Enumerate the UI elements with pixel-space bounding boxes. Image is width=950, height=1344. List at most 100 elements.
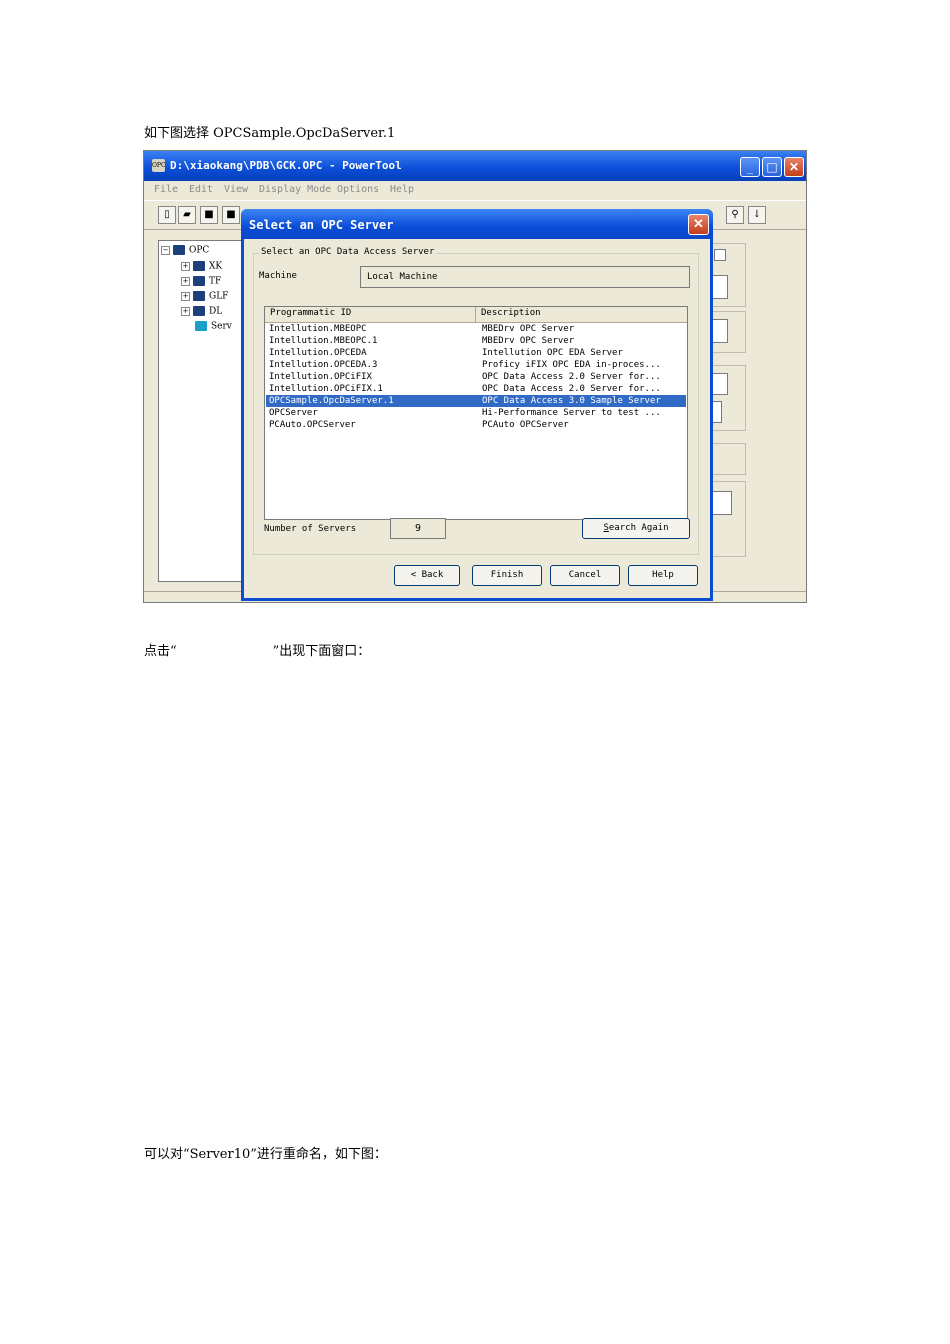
item-desc: MBEDrv OPC Server: [482, 336, 575, 346]
list-item[interactable]: Intellution.OPCiFIX.1 OPC Data Access 2.0…: [266, 383, 686, 395]
item-id: Intellution.MBEOPC.1: [269, 336, 378, 346]
machine-field[interactable]: Local Machine: [360, 266, 690, 288]
item-desc: OPC Data Access 2.0 Server for...: [482, 384, 661, 394]
open-folder-icon[interactable]: ▰: [178, 206, 196, 224]
tree-node[interactable]: + TF: [181, 276, 221, 287]
sort-icon[interactable]: ↓: [748, 206, 766, 224]
search-again-label: earch Again: [608, 523, 669, 533]
bg-panel: [710, 443, 746, 475]
paragraph-intro: 如下图选择 OPCSample.OpcDaServer.1: [144, 126, 396, 141]
dialog-titlebar: Select an OPC Server ✕: [241, 209, 713, 239]
paragraph-rename: 可以对“Server10”进行重命名，如下图：: [144, 1147, 387, 1162]
quote-close-text: ”出现下面窗口：: [272, 644, 371, 659]
item-id: Intellution.OPCEDA.3: [269, 360, 378, 370]
expand-icon[interactable]: +: [181, 306, 190, 316]
tree-node-label: GLF: [209, 291, 229, 302]
server-list[interactable]: Programmatic ID Description Intellution.…: [264, 306, 688, 520]
item-desc: OPC Data Access 3.0 Sample Server: [482, 396, 661, 406]
node-icon: [193, 306, 205, 316]
main-titlebar: OPC D:\xiaokang\PDB\GCK.OPC - PowerTool …: [144, 151, 806, 181]
list-header: Programmatic ID Description: [265, 307, 687, 323]
tree-node[interactable]: + XK: [181, 261, 222, 272]
item-id: Intellution.OPCiFIX: [269, 372, 372, 382]
save-all-icon[interactable]: ■: [222, 206, 240, 224]
embedded-screenshot: OPC D:\xiaokang\PDB\GCK.OPC - PowerTool …: [143, 150, 807, 603]
server-group: Select an OPC Data Access Server Machine…: [253, 247, 699, 555]
item-desc: Intellution OPC EDA Server: [482, 348, 623, 358]
select-opc-server-dialog: Select an OPC Server ✕ Select an OPC Dat…: [241, 209, 713, 601]
tree-root-label: OPC: [189, 245, 210, 256]
help-button[interactable]: Help: [628, 565, 698, 586]
item-id: OPCServer: [269, 408, 318, 418]
node-icon: [193, 291, 205, 301]
number-of-servers-label: Number of Servers: [264, 524, 357, 534]
list-item[interactable]: OPCServer Hi-Performance Server to test .…: [266, 407, 686, 419]
menu-file[interactable]: File: [154, 184, 178, 195]
item-id: Intellution.OPCEDA: [269, 348, 367, 358]
list-item[interactable]: Intellution.OPCEDA Intellution OPC EDA Se…: [266, 347, 686, 359]
group-label: Select an OPC Data Access Server: [259, 247, 437, 257]
tree-node-label: TF: [209, 276, 222, 287]
item-id: Intellution.OPCiFIX.1: [269, 384, 383, 394]
server-node-icon: [195, 321, 207, 331]
server-count-field: 9: [390, 518, 446, 539]
item-desc: MBEDrv OPC Server: [482, 324, 575, 334]
list-item[interactable]: PCAuto.OPCServer PCAuto OPCServer: [266, 419, 686, 431]
tree-node[interactable]: + DL: [181, 306, 222, 317]
list-item[interactable]: Intellution.OPCEDA.3 Proficy iFIX OPC EDA…: [266, 359, 686, 371]
tree-node-label: DL: [209, 306, 223, 317]
collapse-icon[interactable]: −: [161, 245, 170, 255]
column-divider[interactable]: [475, 307, 476, 322]
opc-app-icon: OPC: [152, 159, 166, 172]
tree-pane: − OPC + XK + TF + GLF + DL Serv: [158, 240, 250, 582]
item-id: OPCSample.OpcDaServer.1: [269, 396, 394, 406]
close-button[interactable]: ✕: [784, 157, 804, 177]
tree-root[interactable]: − OPC: [161, 245, 209, 256]
expand-icon[interactable]: +: [181, 276, 190, 286]
find-icon[interactable]: ⚲: [726, 206, 744, 224]
opc-root-icon: [173, 245, 185, 255]
quote-open-text: 点击“: [144, 644, 177, 659]
paragraph-click: 点击“ ”出现下面窗口：: [144, 640, 370, 659]
item-desc: Proficy iFIX OPC EDA in-proces...: [482, 360, 661, 370]
save-icon[interactable]: ■: [200, 206, 218, 224]
back-button[interactable]: < Back: [394, 565, 460, 586]
tree-node[interactable]: + GLF: [181, 291, 228, 302]
finish-button[interactable]: Finish: [472, 565, 542, 586]
new-file-icon[interactable]: ▯: [158, 206, 176, 224]
expand-icon[interactable]: +: [181, 291, 190, 301]
expand-icon[interactable]: +: [181, 261, 190, 271]
main-window-title: D:\xiaokang\PDB\GCK.OPC - PowerTool: [170, 159, 402, 172]
menu-view[interactable]: View: [224, 184, 248, 195]
cancel-button[interactable]: Cancel: [550, 565, 620, 586]
menubar: File Edit View Display Mode Options Help: [144, 181, 806, 199]
menu-display-mode[interactable]: Display Mode: [259, 184, 331, 195]
item-id: Intellution.MBEOPC: [269, 324, 367, 334]
dialog-body: Select an OPC Data Access Server Machine…: [244, 239, 710, 598]
item-id: PCAuto.OPCServer: [269, 420, 356, 430]
list-item[interactable]: Intellution.MBEOPC.1 MBEDrv OPC Server: [266, 335, 686, 347]
menu-options[interactable]: Options: [337, 184, 379, 195]
menu-edit[interactable]: Edit: [189, 184, 213, 195]
search-again-button[interactable]: Search Again: [582, 518, 690, 539]
menu-help[interactable]: Help: [390, 184, 414, 195]
bg-checkbox[interactable]: [714, 249, 726, 261]
bg-field[interactable]: [710, 491, 732, 515]
list-item[interactable]: Intellution.OPCiFIX OPC Data Access 2.0 S…: [266, 371, 686, 383]
column-description[interactable]: Description: [481, 308, 541, 318]
minimize-button[interactable]: _: [740, 157, 760, 177]
node-icon: [193, 276, 205, 286]
machine-label: Machine: [259, 271, 297, 281]
tree-node-label: XK: [209, 261, 223, 272]
item-desc: OPC Data Access 2.0 Server for...: [482, 372, 661, 382]
tree-node-label: Serv: [211, 321, 232, 332]
maximize-button[interactable]: □: [762, 157, 782, 177]
node-icon: [193, 261, 205, 271]
dialog-title: Select an OPC Server: [249, 218, 394, 232]
tree-node-selected[interactable]: Serv: [195, 321, 232, 332]
list-item[interactable]: Intellution.MBEOPC MBEDrv OPC Server: [266, 323, 686, 335]
dialog-close-button[interactable]: ✕: [688, 214, 709, 235]
list-item-selected[interactable]: OPCSample.OpcDaServer.1 OPC Data Access 3…: [266, 395, 686, 407]
column-programmatic-id[interactable]: Programmatic ID: [270, 308, 351, 318]
item-desc: Hi-Performance Server to test ...: [482, 408, 661, 418]
